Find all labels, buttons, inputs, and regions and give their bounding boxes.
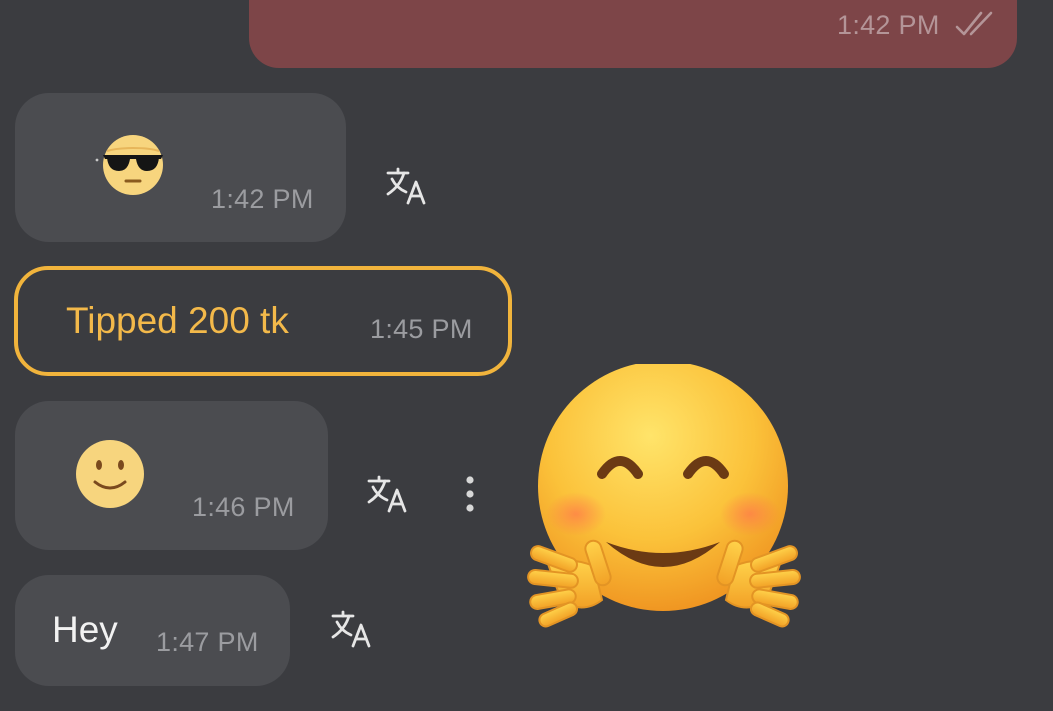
tip-message-bubble[interactable]: Tipped 200 tk 1:45 PM: [14, 266, 512, 376]
incoming-message-bubble[interactable]: Hey 1:47 PM: [15, 575, 290, 686]
message-time: 1:45 PM: [370, 314, 473, 344]
tip-amount-text: Tipped 200 tk: [66, 300, 289, 341]
double-check-icon: [955, 11, 993, 36]
message-time: 1:47 PM: [156, 627, 259, 657]
message-time: 1:46 PM: [192, 492, 295, 522]
outgoing-message-bubble[interactable]: 1:42 PM: [249, 0, 1017, 68]
translate-icon[interactable]: [386, 167, 428, 207]
slightly-smiling-emoji-icon: [76, 440, 144, 508]
message-time: 1:42 PM: [837, 10, 940, 40]
more-vertical-icon[interactable]: [465, 475, 475, 515]
incoming-message-bubble[interactable]: 1:42 PM: [15, 93, 346, 242]
translate-icon[interactable]: [331, 610, 373, 650]
incoming-message-bubble[interactable]: 1:46 PM: [15, 401, 328, 550]
sunglasses-emoji-icon: [95, 135, 163, 195]
message-time: 1:42 PM: [211, 184, 314, 214]
translate-icon[interactable]: [367, 475, 409, 515]
hugging-face-emoji-icon: [527, 364, 801, 628]
message-text: Hey: [52, 609, 118, 650]
